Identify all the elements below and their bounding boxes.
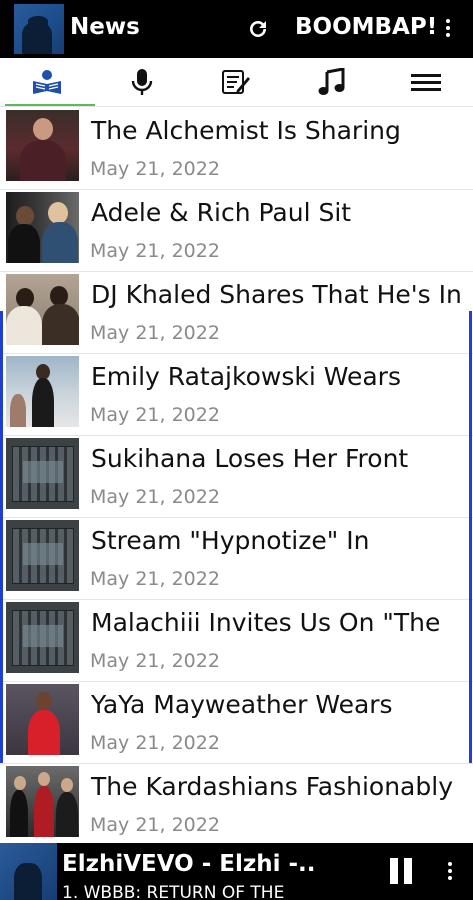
player-track-subtitle: 1. WBBB: RETURN OF THE	[62, 883, 285, 900]
list-item[interactable]: The Alchemist Is Sharing May 21, 2022	[0, 108, 473, 190]
tab-news[interactable]	[0, 58, 94, 106]
article-title: YaYa Mayweather Wears	[91, 690, 393, 719]
news-reader-icon	[33, 70, 61, 94]
article-date: May 21, 2022	[90, 158, 220, 180]
article-thumbnail	[6, 520, 79, 591]
article-list[interactable]: The Alchemist Is Sharing May 21, 2022 Ad…	[0, 108, 473, 846]
article-thumbnail	[6, 192, 79, 263]
tab-bar	[0, 58, 473, 107]
article-thumbnail	[6, 356, 79, 427]
list-item[interactable]: The Kardashians Fashionably May 21, 2022	[0, 764, 473, 846]
app-bar: News BOOMBAP!	[0, 0, 473, 58]
focus-accent-left	[0, 311, 3, 763]
article-title: Adele & Rich Paul Sit	[91, 198, 352, 227]
microphone-icon	[131, 69, 153, 95]
article-thumbnail	[6, 274, 79, 345]
article-thumbnail	[6, 766, 79, 837]
list-item[interactable]: Adele & Rich Paul Sit May 21, 2022	[0, 190, 473, 272]
tab-lyrics[interactable]	[189, 58, 283, 106]
article-title: Malachiii Invites Us On "The	[91, 608, 441, 637]
music-note-icon	[318, 68, 345, 95]
article-thumbnail	[6, 110, 79, 181]
player-menu-icon[interactable]	[444, 859, 456, 885]
article-date: May 21, 2022	[90, 732, 220, 754]
overflow-menu-icon[interactable]	[440, 16, 456, 42]
article-title: Stream "Hypnotize" In	[91, 526, 370, 555]
article-title: Sukihana Loses Her Front	[91, 444, 409, 473]
list-item[interactable]: Emily Ratajkowski Wears May 21, 2022	[0, 354, 473, 436]
mini-player[interactable]: ElzhiVEVO - Elzhi -.. 1. WBBB: RETURN OF…	[0, 843, 473, 900]
article-title: DJ Khaled Shares That He's In	[91, 280, 462, 309]
list-item[interactable]: Malachiii Invites Us On "The May 21, 202…	[0, 600, 473, 682]
tab-audio[interactable]	[95, 58, 189, 106]
article-date: May 21, 2022	[90, 568, 220, 590]
article-date: May 21, 2022	[90, 404, 220, 426]
article-title: The Kardashians Fashionably	[91, 772, 453, 801]
article-title: Emily Ratajkowski Wears	[91, 362, 401, 391]
article-title: The Alchemist Is Sharing	[91, 116, 401, 145]
article-thumbnail	[6, 602, 79, 673]
article-date: May 21, 2022	[90, 486, 220, 508]
article-thumbnail	[6, 684, 79, 755]
article-thumbnail	[6, 438, 79, 509]
list-item[interactable]: YaYa Mayweather Wears May 21, 2022	[0, 682, 473, 764]
player-artwork	[0, 843, 57, 900]
article-date: May 21, 2022	[90, 650, 220, 672]
refresh-icon[interactable]	[246, 17, 270, 41]
list-item[interactable]: Stream "Hypnotize" In May 21, 2022	[0, 518, 473, 600]
page-title: News	[70, 14, 140, 40]
lyrics-notepad-icon	[222, 70, 250, 94]
article-date: May 21, 2022	[90, 814, 220, 836]
brand-label: BOOMBAP!	[295, 14, 438, 40]
list-item[interactable]: DJ Khaled Shares That He's In May 21, 20…	[0, 272, 473, 354]
tab-music[interactable]	[284, 58, 378, 106]
scrollbar[interactable]	[469, 311, 472, 763]
player-track-title: ElzhiVEVO - Elzhi -..	[62, 851, 316, 877]
pause-icon[interactable]	[388, 858, 414, 884]
app-logo[interactable]	[14, 4, 64, 54]
list-item[interactable]: Sukihana Loses Her Front May 21, 2022	[0, 436, 473, 518]
selected-tab-indicator	[5, 104, 95, 106]
hamburger-menu-icon	[411, 74, 441, 91]
article-date: May 21, 2022	[90, 240, 220, 262]
tab-menu[interactable]	[379, 58, 473, 106]
article-date: May 21, 2022	[90, 322, 220, 344]
